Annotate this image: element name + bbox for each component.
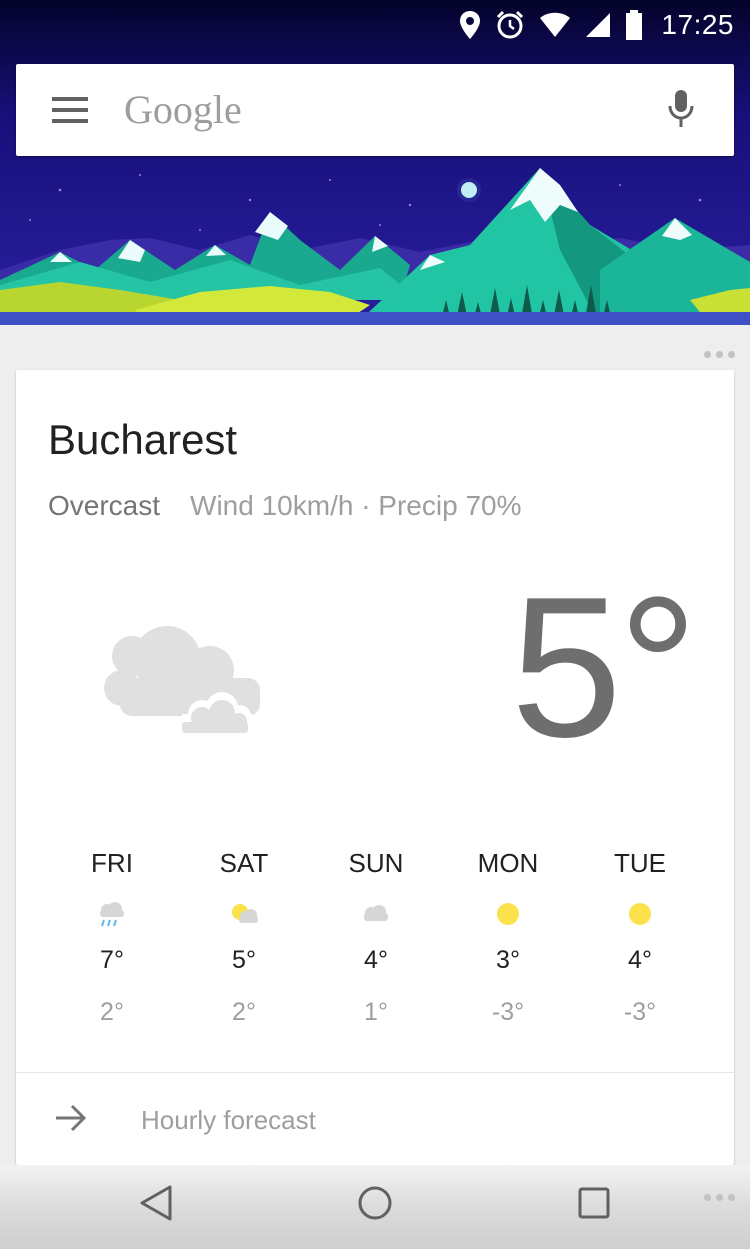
cloud-icon — [364, 905, 388, 921]
hourly-forecast-label: Hourly forecast — [141, 1105, 316, 1135]
location-icon — [460, 11, 481, 39]
status-bar: 17:25 — [0, 0, 750, 50]
overflow-menu-icon[interactable] — [704, 351, 735, 358]
recents-icon[interactable] — [577, 1183, 611, 1223]
sun-icon — [497, 903, 519, 925]
cloudy-icon — [104, 626, 260, 734]
google-logo-text: Google — [124, 87, 242, 132]
hourly-forecast-link[interactable]: Hourly forecast — [16, 1073, 734, 1165]
forecast-day[interactable]: MON 3° -3° — [442, 848, 574, 1027]
forecast-day[interactable]: SAT 5° 2° — [178, 848, 310, 1027]
wifi-icon — [540, 12, 571, 37]
current-temperature: 5° — [510, 556, 698, 779]
forecast-day[interactable]: SUN 4° 1° — [310, 848, 442, 1027]
mic-icon[interactable] — [666, 88, 696, 130]
condition-row: Overcast Wind 10km/h · Precip 70% — [48, 490, 522, 522]
weather-details: Wind 10km/h · Precip 70% — [190, 490, 522, 521]
home-icon[interactable] — [356, 1183, 394, 1223]
partly-sunny-icon — [232, 904, 258, 923]
sun-icon — [629, 903, 651, 925]
navigation-bar — [0, 1165, 750, 1249]
signal-icon — [586, 13, 611, 37]
arrow-right-icon — [56, 1104, 87, 1132]
clock: 17:25 — [661, 9, 734, 40]
rain-cloud-icon — [100, 902, 124, 927]
low-temperature: 2° — [232, 998, 256, 1026]
high-temperature: 5° — [232, 946, 256, 974]
day-name: FRI — [91, 848, 133, 878]
low-temperature: -3° — [491, 998, 525, 1026]
weather-card[interactable]: Bucharest Overcast Wind 10km/h · Precip 7… — [16, 370, 734, 1165]
back-icon[interactable] — [138, 1183, 174, 1223]
alarm-icon — [497, 10, 524, 39]
day-name: MON — [477, 848, 539, 878]
condition-text: Overcast — [48, 490, 161, 521]
search-bar[interactable]: Google — [16, 64, 734, 156]
forecast-day[interactable]: FRI 7° 2° — [46, 848, 178, 1027]
day-name: SAT — [219, 848, 269, 878]
high-temperature: 3° — [496, 946, 520, 974]
high-temperature: 4° — [628, 946, 652, 974]
forecast-day[interactable]: TUE 4° -3° — [574, 848, 706, 1027]
menu-icon[interactable] — [52, 97, 88, 123]
nav-overflow-dots-icon[interactable] — [704, 1194, 735, 1201]
battery-icon — [626, 10, 643, 40]
high-temperature: 7° — [100, 946, 124, 974]
day-name: TUE — [614, 848, 666, 878]
low-temperature: 2° — [100, 998, 124, 1026]
daily-forecast: FRI 7° 2° SAT 5° 2° SUN 4° 1° MON 3° -3°… — [46, 848, 706, 1027]
city-name: Bucharest — [48, 416, 238, 463]
day-name: SUN — [348, 848, 404, 878]
high-temperature: 4° — [364, 946, 388, 974]
low-temperature: -3° — [623, 998, 657, 1026]
low-temperature: 1° — [364, 998, 388, 1026]
